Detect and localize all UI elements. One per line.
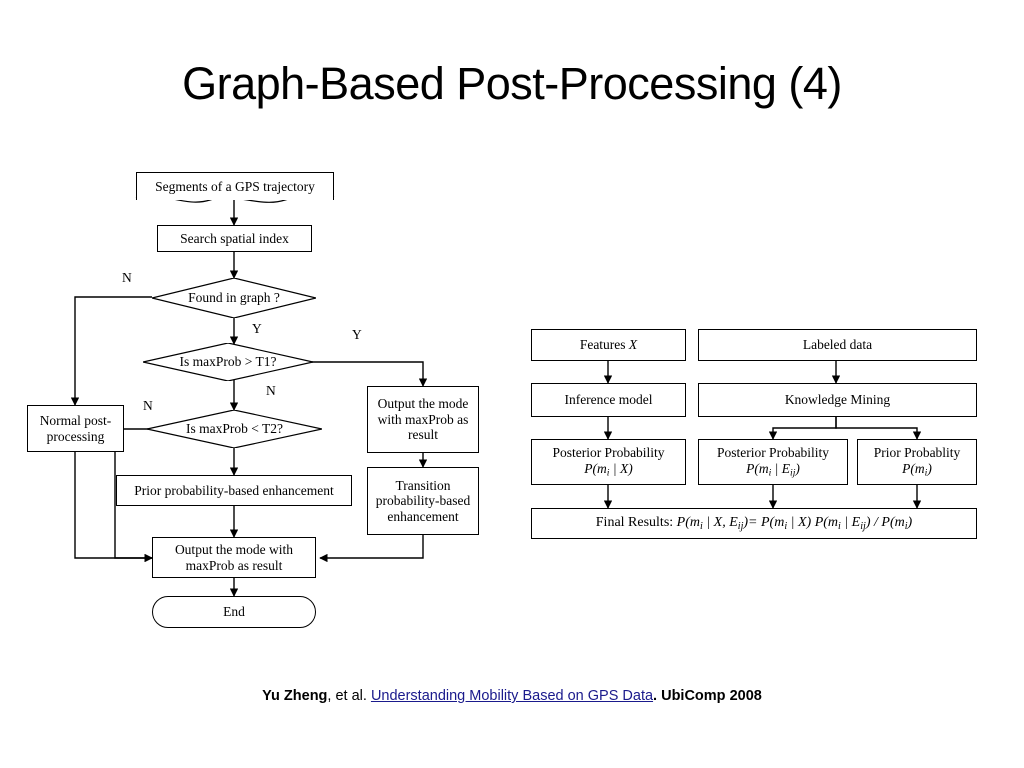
box-knowledge-mining-label: Knowledge Mining [784,392,891,408]
node-search-spatial-index: Search spatial index [157,225,312,252]
box-prior-probability: Prior Probablity P(mi) [857,439,977,485]
edge-label-n-t1: N [266,383,276,398]
box-posterior-probability-x: Posterior Probability P(mi | X) [531,439,686,485]
box-posterior-probability-e: Posterior Probability P(mi | Eij) [698,439,848,485]
credit-line: Yu Zheng, et al. Understanding Mobility … [0,688,1024,704]
node-is-maxprob-gt-t1-label: Is maxProb > T1? [179,354,277,369]
edge-label-n-found: N [122,270,132,285]
credit-authors: Yu Zheng [262,688,328,704]
box-labeled-data: Labeled data [698,329,977,361]
node-output-final-label: Output the mode with maxProb as result [174,541,294,573]
box-posterior-probability-x-formula: P(mi | X) [584,460,633,479]
node-normal-post-processing: Normal post-processing [27,405,124,452]
node-transition-enhancement: Transition probability-based enhancement [367,467,479,535]
box-posterior-probability-x-title: Posterior Probability [552,445,665,461]
flowchart-diagram: Segments of a GPS trajectory Search spat… [0,0,1024,768]
box-inference-model-label: Inference model [564,392,653,408]
credit-etal: , et al. [327,688,371,704]
node-output-mode-maxprob-label: Output the mode with maxProb as result [377,396,469,443]
box-final-results-label: Final Results: P(mi | X, Eij)= P(mi | X)… [595,514,913,532]
box-inference-model: Inference model [531,383,686,417]
node-output-final: Output the mode with maxProb as result [152,537,316,578]
node-search-spatial-index-label: Search spatial index [180,230,289,246]
edge-label-y-found: Y [252,321,262,336]
node-end-label: End [223,604,245,620]
node-segments-label: Segments of a GPS trajectory [155,178,315,194]
node-is-maxprob-lt-t2: Is maxProb < T2? [147,410,322,448]
box-knowledge-mining: Knowledge Mining [698,383,977,417]
node-normal-post-processing-label: Normal post-processing [39,412,112,444]
box-posterior-probability-e-formula: P(mi | Eij) [746,460,800,479]
box-prior-probability-formula: P(mi) [902,460,932,479]
box-prior-probability-title: Prior Probablity [873,445,961,461]
node-is-maxprob-gt-t1: Is maxProb > T1? [143,343,313,381]
node-end: End [152,596,316,628]
credit-venue: . UbiComp 2008 [653,688,762,704]
box-final-results: Final Results: P(mi | X, Eij)= P(mi | X)… [531,508,977,539]
box-posterior-probability-e-title: Posterior Probability [716,445,830,461]
box-labeled-data-label: Labeled data [802,337,873,353]
box-features-x-label: Features X [579,337,638,353]
node-found-in-graph: Found in graph ? [152,278,316,318]
edge-label-n-t2: N [143,398,153,413]
node-segments: Segments of a GPS trajectory [136,172,334,200]
node-prior-enhancement-label: Prior probability-based enhancement [134,482,334,498]
credit-paper-link[interactable]: Understanding Mobility Based on GPS Data [371,688,653,704]
node-transition-enhancement-label: Transition probability-based enhancement [375,477,471,524]
edge-label-y-t1: Y [352,327,362,342]
node-found-in-graph-label: Found in graph ? [188,290,280,305]
node-prior-enhancement: Prior probability-based enhancement [116,475,352,506]
box-features-x: Features X [531,329,686,361]
node-output-mode-maxprob: Output the mode with maxProb as result [367,386,479,453]
node-is-maxprob-lt-t2-label: Is maxProb < T2? [186,421,283,436]
